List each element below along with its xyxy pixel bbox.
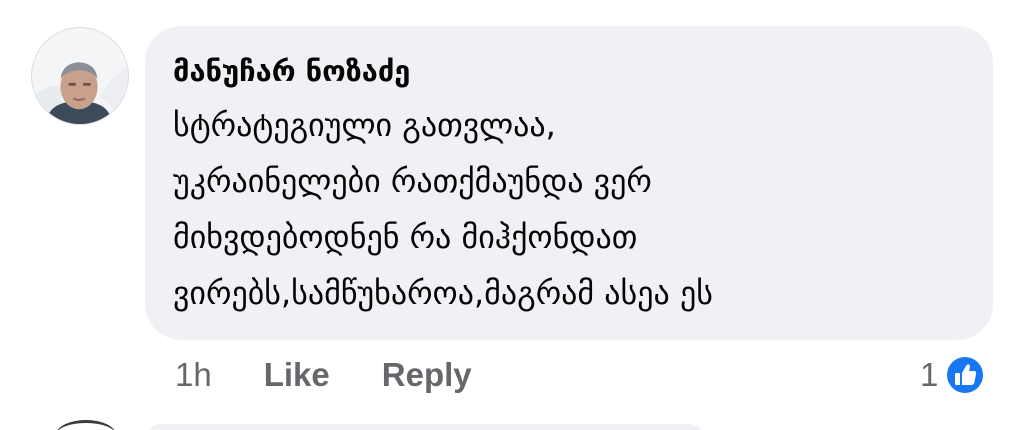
comment-text: სტრატეგიული გათვლაა, უკრაინელები რათქმაუ… xyxy=(173,106,713,312)
next-comment-bubble xyxy=(145,424,705,430)
comment-author[interactable]: მანუჩარ ნოზაძე xyxy=(173,51,965,91)
like-icon xyxy=(944,354,986,396)
reply-button[interactable]: Reply xyxy=(382,356,472,394)
next-comment-avatar xyxy=(56,420,116,430)
reaction-count: 1 xyxy=(920,356,939,393)
like-button[interactable]: Like xyxy=(264,356,330,394)
comment-actions: 1h Like Reply xyxy=(175,352,524,398)
comment-bubble: მანუჩარ ნოზაძე სტრატეგიული გათვლაა, უკრა… xyxy=(145,26,993,340)
avatar[interactable] xyxy=(31,27,129,125)
profile-photo xyxy=(32,28,128,124)
reaction-summary[interactable]: 1 xyxy=(920,352,986,398)
comment-timestamp[interactable]: 1h xyxy=(175,356,212,394)
comment: მანუჩარ ნოზაძე სტრატეგიული გათვლაა, უკრა… xyxy=(0,0,1024,430)
